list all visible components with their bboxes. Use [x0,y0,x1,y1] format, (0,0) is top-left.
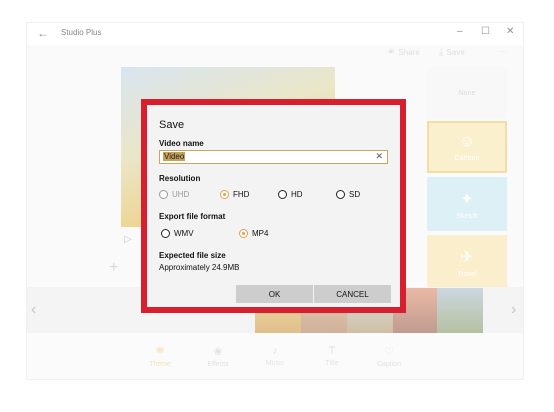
radio-label: WMV [174,229,194,238]
resolution-sd-radio[interactable]: SD [336,190,360,199]
file-size-label: Expected file size [159,251,226,260]
clear-icon[interactable]: ✕ [375,151,383,162]
save-dialog: Save Video name Video ✕ Resolution UHD F… [147,105,400,307]
video-name-value: Video [163,152,186,161]
resolution-fhd-radio[interactable]: FHD [220,190,249,199]
resolution-label: Resolution [159,174,201,183]
resolution-hd-radio[interactable]: HD [278,190,303,199]
radio-circle [159,190,168,199]
radio-circle [220,190,229,199]
radio-label: SD [349,190,361,199]
ok-button[interactable]: OK [236,285,313,303]
format-label: Export file format [159,212,226,221]
radio-label: HD [291,190,303,199]
radio-circle [336,190,345,199]
radio-label: FHD [233,190,250,199]
resolution-uhd-radio[interactable]: UHD [159,190,189,199]
radio-circle [239,229,248,238]
video-name-input[interactable]: Video ✕ [159,150,388,164]
radio-label: MP4 [252,229,269,238]
file-size-value: Approximately 24.9MB [159,263,240,272]
radio-circle [278,190,287,199]
cancel-button[interactable]: CANCEL [314,285,391,303]
radio-circle [161,229,170,238]
format-wmv-radio[interactable]: WMV [161,229,194,238]
video-name-label: Video name [159,139,204,148]
format-mp4-radio[interactable]: MP4 [239,229,268,238]
dialog-title: Save [159,119,185,131]
radio-label: UHD [172,190,190,199]
